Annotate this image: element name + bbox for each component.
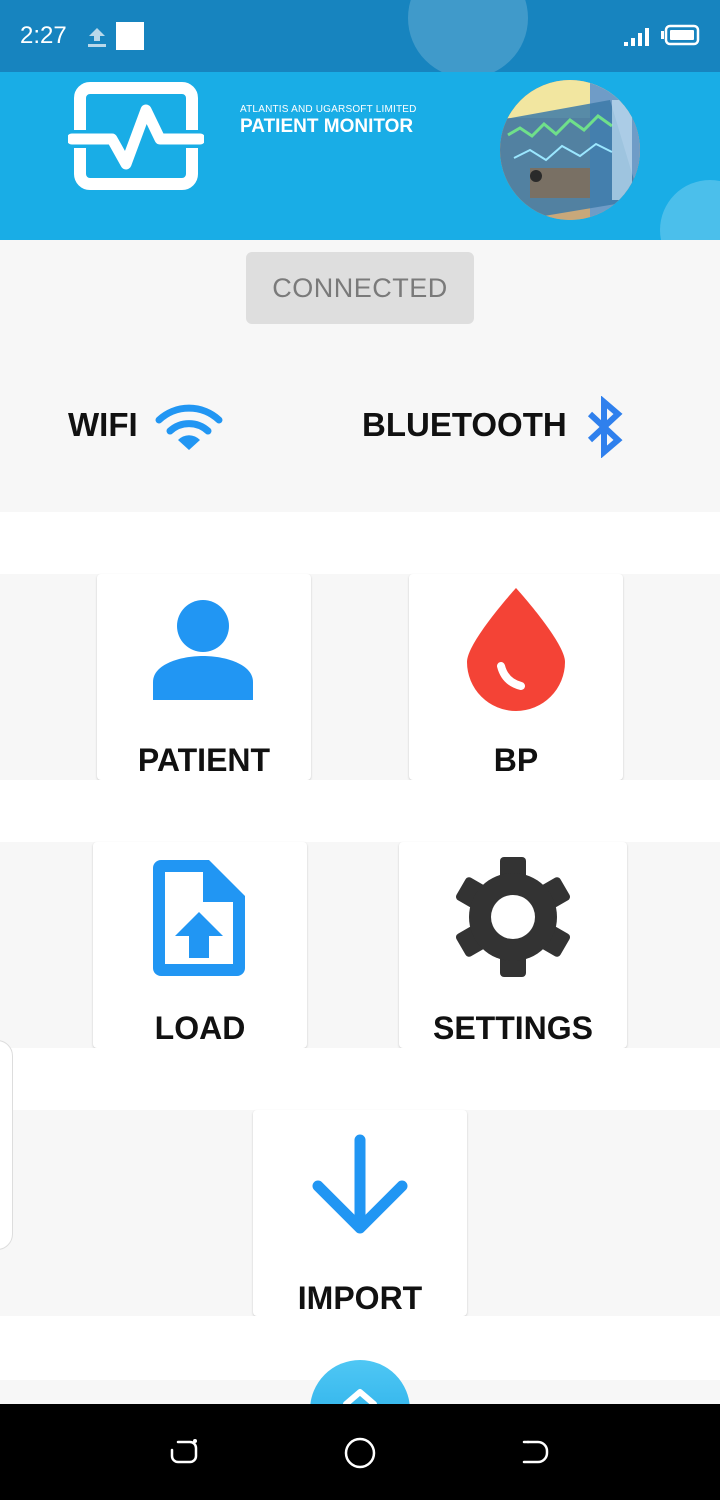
menu-row: PATIENT BP: [0, 574, 720, 780]
signal-icon: [624, 28, 649, 46]
bp-label: BP: [493, 742, 539, 778]
bluetooth-label: BLUETOOTH: [362, 406, 567, 443]
connection-panel: CONNECTED WIFI BLUETOOTH: [0, 240, 720, 512]
decorative-bubble: [408, 0, 528, 72]
person-icon: [153, 600, 253, 700]
profile-photo[interactable]: [500, 80, 640, 220]
status-bar: 2:27: [0, 0, 720, 72]
file-upload-icon: [153, 860, 245, 976]
side-drawer-handle[interactable]: [0, 1040, 13, 1250]
wifi-label: WIFI: [68, 406, 138, 443]
back-icon[interactable]: [520, 1436, 552, 1468]
import-label: IMPORT: [297, 1280, 423, 1316]
import-card[interactable]: IMPORT: [253, 1110, 467, 1316]
battery-icon: [661, 24, 700, 46]
blood-drop-icon: [467, 588, 565, 711]
bp-card[interactable]: BP: [409, 574, 623, 780]
patient-label: PATIENT: [137, 742, 271, 778]
recents-icon[interactable]: [168, 1436, 200, 1468]
wifi-icon[interactable]: [154, 404, 224, 452]
status-time: 2:27: [20, 22, 67, 49]
load-card[interactable]: LOAD: [93, 842, 307, 1048]
decorative-bubble: [660, 180, 720, 240]
system-nav-bar: [0, 1404, 720, 1500]
bluetooth-icon[interactable]: [582, 396, 628, 458]
app-title: PATIENT MONITOR: [240, 116, 414, 137]
device-photo-image: [500, 80, 640, 220]
monitor-logo-icon: [68, 82, 204, 190]
spacer: [0, 1048, 720, 1110]
menu-row: LOAD SETTINGS: [0, 842, 720, 1048]
patient-card[interactable]: PATIENT: [97, 574, 311, 780]
connected-button[interactable]: CONNECTED: [246, 252, 474, 324]
settings-label: SETTINGS: [432, 1010, 593, 1046]
arrow-down-icon: [312, 1134, 408, 1234]
settings-card[interactable]: SETTINGS: [399, 842, 627, 1048]
spacer: [0, 780, 720, 842]
app-header: ATLANTIS AND UGARSOFT LIMITED PATIENT MO…: [0, 72, 720, 240]
spacer: [0, 512, 720, 574]
menu-row: IMPORT: [0, 1110, 720, 1316]
company-name: ATLANTIS AND UGARSOFT LIMITED: [240, 104, 417, 115]
chevron-up-icon: [343, 1389, 377, 1406]
gear-icon: [456, 857, 570, 977]
notification-icon: [116, 22, 144, 50]
load-label: LOAD: [154, 1010, 246, 1046]
home-icon[interactable]: [343, 1436, 377, 1470]
upload-notification-icon: [88, 28, 106, 47]
